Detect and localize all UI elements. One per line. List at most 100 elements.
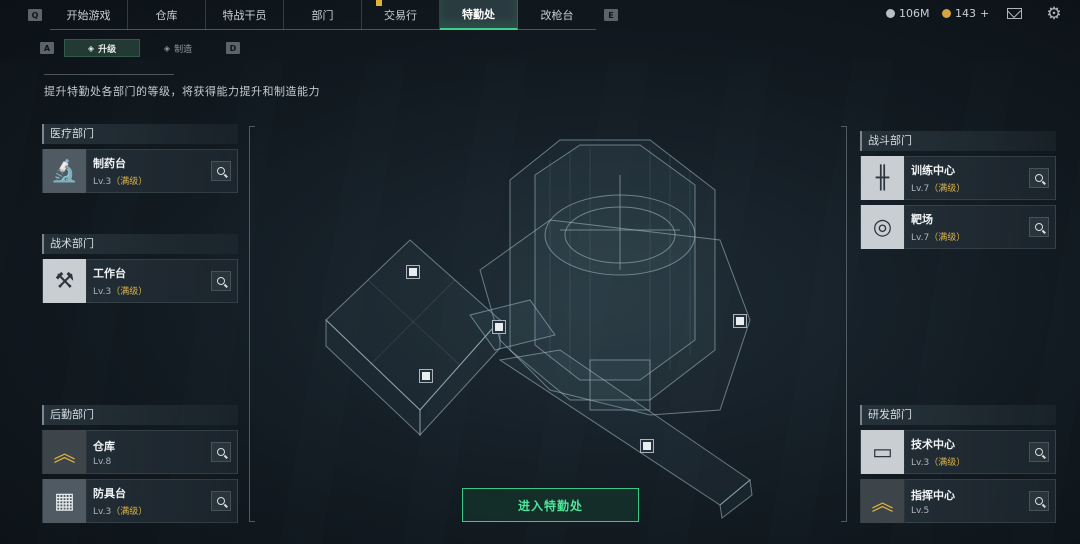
max-level-badge: （满级） — [111, 177, 148, 187]
facility-card-armor-bench[interactable]: ▦ 防具台 Lv.3（满级） — [42, 479, 238, 523]
map-marker-medical[interactable] — [420, 370, 432, 382]
left-bracket-tick — [249, 126, 255, 127]
subnav-left-key-hint: A — [40, 42, 54, 54]
inspect-button[interactable] — [1029, 442, 1049, 462]
inspect-button[interactable] — [211, 442, 231, 462]
tab-departments[interactable]: 部门 — [284, 0, 362, 30]
max-level-badge: （满级） — [929, 458, 966, 468]
facility-name: 防具台 — [93, 487, 126, 500]
inspect-button[interactable] — [1029, 491, 1049, 511]
dept-research: 研发部门 ▭ 技术中心 Lv.3（满级） ︽ 指挥中心 Lv.5 — [860, 399, 1056, 523]
enter-base-button[interactable]: 进入特勤处 — [462, 488, 639, 522]
dumbbell-icon: ╫ — [861, 156, 905, 200]
facility-level: Lv.3 — [93, 287, 112, 297]
sub-nav: A ◈ 升级 ◈ 制造 D — [30, 39, 250, 57]
facility-card-workbench[interactable]: ⚒ 工作台 Lv.3（满级） — [42, 259, 238, 303]
dept-title: 医疗部门 — [42, 124, 238, 144]
facility-card-command-center[interactable]: ︽ 指挥中心 Lv.5 — [860, 479, 1056, 523]
subtab-craft-label: 制造 — [174, 44, 193, 55]
map-marker-tactical[interactable] — [493, 321, 505, 333]
search-icon — [217, 277, 225, 285]
facility-card-warehouse[interactable]: ︽ 仓库 Lv.8 — [42, 430, 238, 474]
facility-name: 指挥中心 — [911, 488, 955, 502]
search-icon — [217, 497, 225, 505]
tab-trading[interactable]: 交易行 — [362, 0, 440, 30]
coin-amount: 106M — [899, 7, 930, 20]
subtab-craft[interactable]: ◈ 制造 — [140, 39, 216, 57]
search-icon — [1035, 223, 1043, 231]
facility-level: Lv.3 — [911, 458, 930, 468]
inspect-button[interactable] — [211, 491, 231, 511]
right-bracket-tick — [841, 521, 847, 522]
max-level-badge: （满级） — [111, 507, 148, 517]
search-icon — [1035, 448, 1043, 456]
tab-start-game[interactable]: 开始游戏 — [50, 0, 128, 30]
inspect-button[interactable] — [1029, 217, 1049, 237]
subtab-upgrade[interactable]: ◈ 升级 — [64, 39, 140, 57]
facility-level: Lv.3 — [93, 507, 112, 517]
subtab-upgrade-label: 升级 — [98, 44, 117, 55]
facility-level: Lv.7 — [911, 233, 930, 243]
coin-icon — [886, 9, 895, 18]
coin-balance: 106M — [886, 7, 930, 20]
tab-gunsmith[interactable]: 改枪台 — [518, 0, 596, 30]
facility-card-shooting-range[interactable]: ◎ 靶场 Lv.7（满级） — [860, 205, 1056, 249]
facility-level: Lv.7 — [911, 184, 930, 194]
mail-icon[interactable] — [1007, 8, 1022, 19]
dept-title: 研发部门 — [860, 405, 1056, 425]
search-icon — [1035, 497, 1043, 505]
dept-tactical: 战术部门 ⚒ 工作台 Lv.3（满级） — [42, 228, 238, 303]
microscope-icon: 🔬 — [43, 149, 87, 193]
map-marker-combat[interactable] — [734, 315, 746, 327]
cubes-icon: ▦ — [43, 479, 87, 523]
target-icon: ◎ — [861, 205, 905, 249]
facility-level: Lv.8 — [93, 456, 112, 467]
add-ticket-button[interactable]: + — [980, 7, 989, 20]
left-bracket-line — [249, 126, 250, 522]
dept-title: 后勤部门 — [42, 405, 238, 425]
facility-level: Lv.5 — [911, 505, 930, 516]
right-bracket-tick — [841, 126, 847, 127]
dept-medical: 医疗部门 🔬 制药台 Lv.3（满级） — [42, 118, 238, 193]
tab-operators[interactable]: 特战干员 — [206, 0, 284, 30]
base-building-model — [325, 139, 753, 519]
right-bracket-line — [846, 126, 847, 522]
facility-card-training-center[interactable]: ╫ 训练中心 Lv.7（满级） — [860, 156, 1056, 200]
search-icon — [217, 448, 225, 456]
inspect-button[interactable] — [211, 271, 231, 291]
main-nav: Q 开始游戏 仓库 特战干员 部门 交易行 特勤处 改枪台 E — [28, 0, 618, 30]
facility-card-tech-center[interactable]: ▭ 技术中心 Lv.3（满级） — [860, 430, 1056, 474]
hammer-wrench-icon: ⚒ — [43, 259, 87, 303]
inspect-button[interactable] — [1029, 168, 1049, 188]
max-level-badge: （满级） — [929, 233, 966, 243]
search-icon — [217, 167, 225, 175]
tab-warehouse[interactable]: 仓库 — [128, 0, 206, 30]
facility-name: 仓库 — [93, 439, 115, 453]
upgrade-icon: ◈ — [87, 43, 95, 53]
facility-card-pharmacy[interactable]: 🔬 制药台 Lv.3（满级） — [42, 149, 238, 193]
facility-name: 工作台 — [93, 267, 126, 280]
dept-logistics: 后勤部门 ︽ 仓库 Lv.8 ▦ 防具台 Lv.3（满级） — [42, 399, 238, 523]
max-level-badge: （满级） — [929, 184, 966, 194]
subnav-right-key-hint: D — [226, 42, 240, 54]
facility-name: 制药台 — [93, 157, 126, 170]
ticket-icon — [942, 9, 951, 18]
dept-title: 战术部门 — [42, 234, 238, 254]
nav-right-key-hint: E — [604, 9, 618, 21]
command-rank-icon: ︽ — [861, 479, 905, 523]
chevron-rank-icon: ︽ — [43, 430, 87, 474]
map-marker-logistics[interactable] — [407, 266, 419, 278]
left-bracket-tick — [249, 521, 255, 522]
divider — [44, 74, 174, 75]
map-marker-research[interactable] — [641, 440, 653, 452]
facility-level: Lv.3 — [93, 177, 112, 187]
inspect-button[interactable] — [211, 161, 231, 181]
search-icon — [1035, 174, 1043, 182]
page-description: 提升特勤处各部门的等级，将获得能力提升和制造能力 — [44, 85, 320, 98]
ticket-balance[interactable]: 143 + — [942, 7, 989, 20]
facility-name: 靶场 — [911, 213, 933, 226]
gear-icon[interactable]: ⚙ — [1045, 5, 1063, 23]
tab-special-ops[interactable]: 特勤处 — [440, 0, 518, 30]
facility-name: 技术中心 — [911, 438, 955, 451]
facility-name: 训练中心 — [911, 164, 955, 177]
